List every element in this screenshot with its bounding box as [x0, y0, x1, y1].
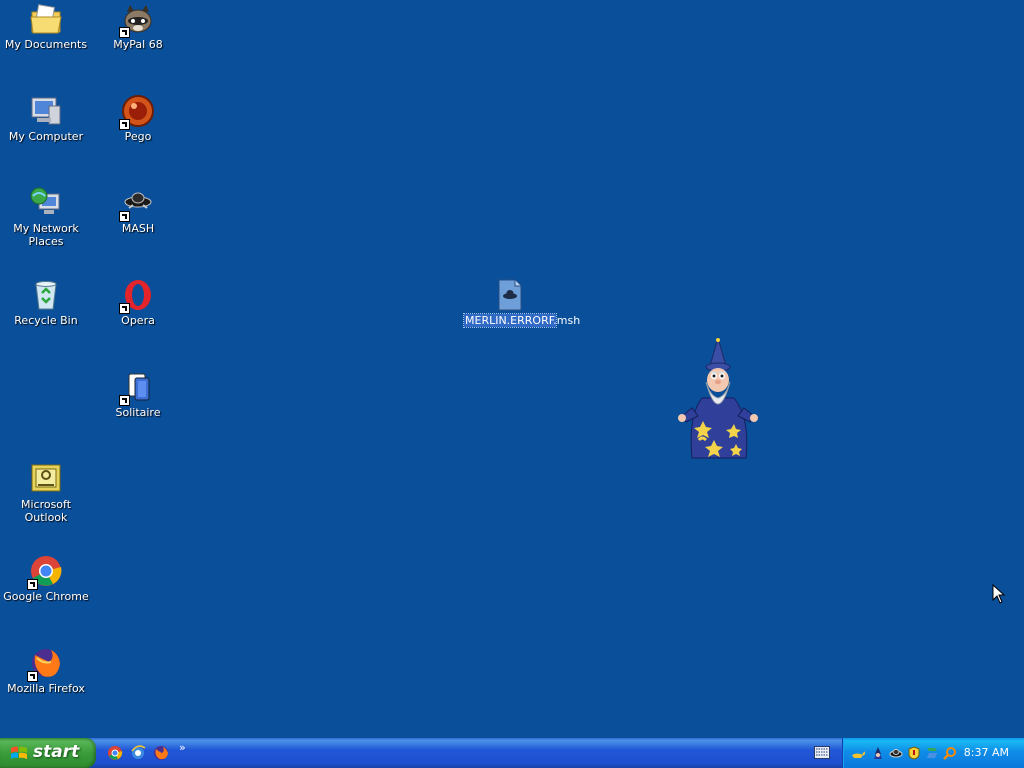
shortcut-arrow-icon — [119, 27, 130, 38]
my-computer-label: My Computer — [8, 130, 84, 143]
merlin-tray-icon[interactable] — [871, 746, 885, 760]
search-magnifier-icon[interactable] — [943, 746, 957, 760]
shortcut-arrow-icon — [27, 579, 38, 590]
outlook-icon — [29, 462, 63, 496]
network-status-icon[interactable] — [925, 746, 939, 760]
system-clock[interactable]: 8:37 AM — [964, 746, 1009, 759]
msh-document-icon — [493, 278, 527, 312]
internet-explorer-quicklaunch-icon[interactable] — [130, 745, 146, 761]
computer-icon — [29, 94, 63, 128]
wizard-icon — [678, 336, 758, 459]
mozilla-firefox-label: Mozilla Firefox — [7, 682, 85, 695]
opera-icon[interactable]: Opera — [92, 278, 184, 327]
opera-logo-icon — [119, 278, 155, 314]
chrome-quicklaunch-icon[interactable] — [107, 745, 123, 761]
merlin-wizard-character[interactable] — [672, 336, 762, 462]
shortcut-arrow-icon — [119, 211, 130, 222]
solitaire-icon[interactable]: Solitaire — [92, 370, 184, 419]
merlin-errorf-msh-label: MERLIN.ERRORF.msh — [463, 313, 581, 328]
shortcut-arrow-icon — [119, 303, 130, 314]
google-chrome-label: Google Chrome — [3, 590, 89, 603]
shortcut-arrow-icon — [119, 119, 130, 130]
desktop[interactable]: My Documents My Computer My Network Plac… — [0, 0, 1024, 738]
shortcut-arrow-icon — [27, 671, 38, 682]
mozilla-firefox-icon[interactable]: Mozilla Firefox — [0, 646, 92, 695]
windows-logo-icon — [11, 746, 27, 759]
mypal-68-icon[interactable]: MyPal 68 — [92, 2, 184, 51]
firefox-quicklaunch-icon[interactable] — [153, 745, 169, 761]
my-network-places-label: My Network Places — [13, 222, 79, 248]
my-network-places-icon[interactable]: My Network Places — [0, 186, 92, 248]
pego-label: Pego — [124, 130, 152, 143]
chrome-icon — [27, 554, 63, 590]
taskbar: start » 8:37 AM — [0, 738, 1024, 768]
microsoft-outlook-icon[interactable]: Microsoft Outlook — [0, 462, 92, 524]
my-documents-label: My Documents — [4, 38, 88, 51]
genie-lamp-icon[interactable] — [851, 746, 865, 760]
my-documents-icon[interactable]: My Documents — [0, 2, 92, 51]
mash-tray-icon[interactable] — [889, 746, 903, 760]
folder-icon — [29, 2, 63, 36]
recycle-bin-icon[interactable]: Recycle Bin — [0, 278, 92, 327]
raccoon-icon — [119, 2, 155, 38]
my-computer-icon[interactable]: My Computer — [0, 94, 92, 143]
google-chrome-icon[interactable]: Google Chrome — [0, 554, 92, 603]
mouse-cursor-icon — [992, 584, 1006, 604]
recycle-bin-graphic-icon — [29, 278, 63, 312]
solitaire-label: Solitaire — [115, 406, 161, 419]
microsoft-outlook-label: Microsoft Outlook — [20, 498, 72, 524]
system-tray: 8:37 AM — [842, 738, 1024, 768]
network-globe-icon — [29, 186, 63, 220]
start-label: start — [33, 742, 80, 762]
pego-orb-icon — [119, 94, 155, 130]
mash-ufo-icon — [119, 186, 155, 222]
mypal-68-label: MyPal 68 — [113, 38, 163, 51]
recycle-bin-label: Recycle Bin — [14, 314, 78, 327]
mash-label: MASH — [121, 222, 155, 235]
playing-cards-icon — [119, 370, 155, 406]
pego-icon[interactable]: Pego — [92, 94, 184, 143]
keyboard-icon[interactable] — [814, 746, 830, 759]
opera-label: Opera — [121, 314, 155, 327]
start-button[interactable]: start — [0, 738, 96, 768]
security-shield-icon[interactable] — [907, 746, 921, 760]
merlin-errorf-msh-file-icon[interactable]: MERLIN.ERRORF.msh — [463, 278, 581, 328]
firefox-icon — [27, 646, 63, 682]
quicklaunch-overflow-button[interactable]: » — [179, 741, 186, 754]
shortcut-arrow-icon — [119, 395, 130, 406]
mash-icon[interactable]: MASH — [92, 186, 184, 235]
